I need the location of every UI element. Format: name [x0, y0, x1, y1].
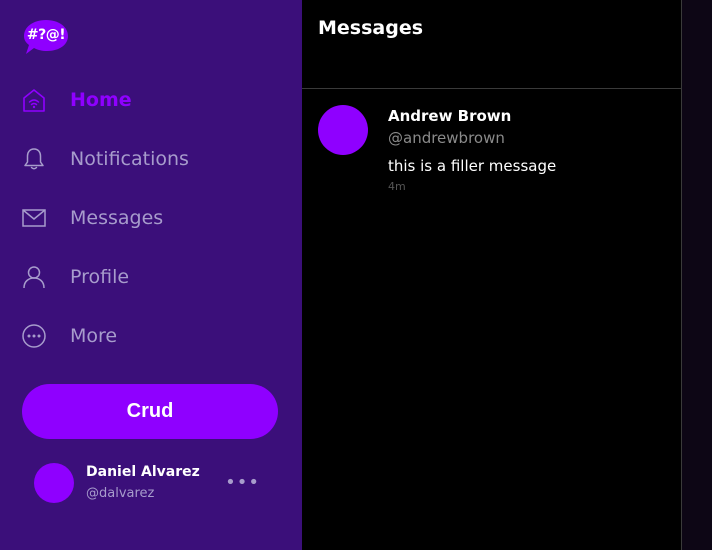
user-handle: @dalvarez [86, 486, 155, 501]
right-panel [682, 0, 712, 550]
sidebar-item-notifications[interactable]: Notifications [20, 141, 280, 177]
sidebar: #?@! Home Notifications Messages Profile… [0, 0, 302, 550]
app: #?@! Home Notifications Messages Profile… [0, 0, 712, 550]
page-header: Messages [302, 0, 681, 89]
sidebar-item-label: Home [70, 89, 132, 111]
logo-text: #?@! [26, 27, 66, 43]
sender-name: Andrew Brown [388, 107, 512, 125]
avatar[interactable] [318, 105, 368, 155]
sidebar-item-more[interactable]: More [20, 318, 280, 354]
message-text: this is a filler message [388, 157, 557, 175]
sidebar-item-label: Messages [70, 207, 164, 229]
sidebar-item-label: Profile [70, 266, 130, 288]
sender-handle: @andrewbrown [388, 129, 505, 147]
message-timestamp: 4m [388, 180, 406, 193]
main-column: Messages Andrew Brown @andrewbrown this … [302, 0, 681, 550]
home-icon [20, 86, 48, 114]
more-circle-icon [20, 322, 48, 350]
crud-button[interactable]: Crud [22, 384, 278, 439]
logo[interactable]: #?@! [22, 18, 70, 58]
sidebar-item-label: Notifications [70, 148, 189, 170]
avatar [34, 463, 74, 503]
sidebar-item-home[interactable]: Home [20, 82, 280, 118]
user-icon [20, 263, 48, 291]
page-title: Messages [318, 17, 424, 39]
sidebar-item-label: More [70, 325, 118, 347]
account-switcher[interactable]: Daniel Alvarez @dalvarez ••• [22, 456, 278, 512]
user-name: Daniel Alvarez [86, 464, 200, 480]
envelope-icon [20, 204, 48, 232]
bell-icon [20, 145, 48, 173]
more-dots-icon[interactable]: ••• [225, 474, 260, 492]
sidebar-item-profile[interactable]: Profile [20, 259, 280, 295]
list-item[interactable]: Andrew Brown @andrewbrown this is a fill… [302, 89, 681, 199]
sidebar-item-messages[interactable]: Messages [20, 200, 280, 236]
